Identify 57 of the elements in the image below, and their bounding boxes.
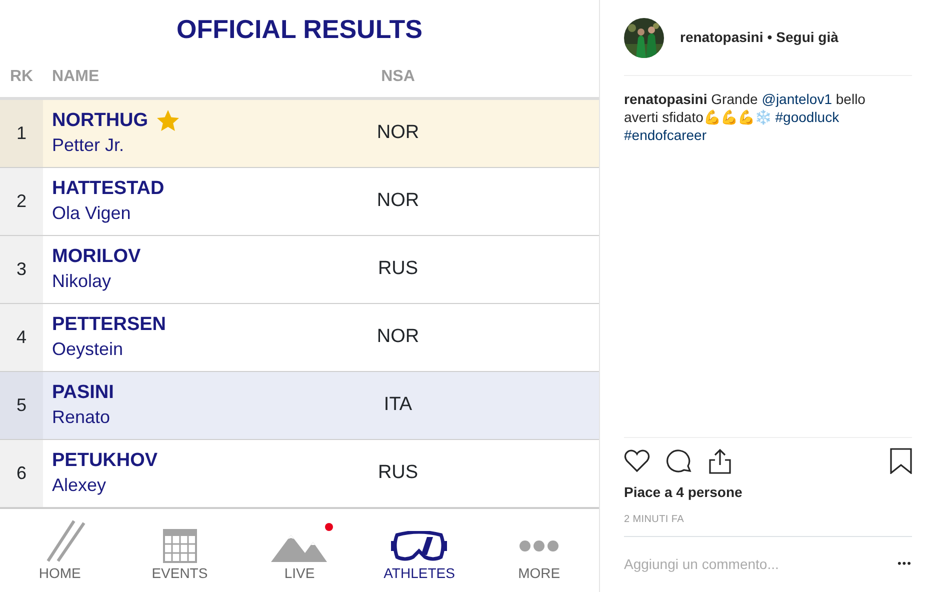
calendar-icon <box>162 529 197 563</box>
rank-text: 6 <box>16 462 26 485</box>
likes-link[interactable]: Piace a 4 persone <box>624 484 742 500</box>
following-link[interactable]: Segui già <box>776 27 838 48</box>
surname-text: HATTESTAD <box>52 176 164 200</box>
rank-text: 5 <box>16 394 26 417</box>
goggles-icon <box>391 531 448 563</box>
surname-text: PETTERSEN <box>52 312 166 336</box>
surname-text: PETUKHOV <box>52 448 158 472</box>
given-name-text: Nikolay <box>52 270 112 290</box>
hashtag-link[interactable]: #endofcareer <box>624 127 707 143</box>
rank-text: 2 <box>16 190 26 213</box>
rank-text: 4 <box>16 326 26 349</box>
star-icon <box>156 108 180 132</box>
rank-text: 1 <box>16 122 26 145</box>
comment-icon[interactable] <box>666 448 692 474</box>
given-name-text: Renato <box>52 406 110 426</box>
timestamp-text: 2 MINUTI FA <box>624 514 684 525</box>
nsa-text: NOR <box>376 122 420 144</box>
caption-text: renatopasini Grande @jantelov1 bello averti sfidato💪💪💪❄ #goodluck #endofcareer <box>624 90 866 144</box>
nsa-text: ITA <box>384 394 412 416</box>
column-header: NAME <box>52 68 100 84</box>
surname-text: MORILOV <box>52 244 141 268</box>
nsa-text: RUS <box>378 462 418 484</box>
result-row[interactable]: 3 MORILOV Nikolay RUS <box>0 236 599 304</box>
result-row[interactable]: 5 PASINI Renato ITA <box>0 372 599 440</box>
notification-dot <box>325 523 334 531</box>
surname-text: PASINI <box>52 380 114 404</box>
nsa-text: NOR <box>376 326 420 348</box>
given-name-text: Petter Jr. <box>52 134 124 154</box>
nsa-text: RUS <box>378 258 418 280</box>
result-row[interactable]: 6 PETUKHOV Alexey RUS <box>0 440 599 508</box>
tab[interactable]: MORE <box>479 509 599 592</box>
results-title: OFFICIAL RESULTS <box>175 13 424 46</box>
heart-icon[interactable] <box>624 449 650 473</box>
tab[interactable]: EVENTS <box>120 509 240 592</box>
bookmark-icon[interactable] <box>890 448 912 474</box>
nsa-text: NOR <box>376 190 420 212</box>
surname-text: NORTHUG <box>52 108 148 132</box>
mention-link[interactable]: @jantelov1 <box>762 91 832 107</box>
tab[interactable]: HOME <box>0 509 120 592</box>
given-name-text: Alexey <box>52 474 106 494</box>
given-name-text: Ola Vigen <box>52 202 131 222</box>
separator-dot: • <box>767 28 772 47</box>
hashtag-link[interactable]: #goodluck <box>775 109 840 125</box>
result-row[interactable]: 1 NORTHUG Petter Jr. NOR <box>0 100 599 168</box>
tab[interactable]: ATHLETES <box>359 509 480 592</box>
share-icon[interactable] <box>708 448 732 474</box>
given-name-text: Oeystein <box>52 338 124 358</box>
tab[interactable]: LIVE <box>240 509 360 592</box>
result-row[interactable]: 2 HATTESTAD Ola Vigen NOR <box>0 168 599 236</box>
result-row[interactable]: 4 PETTERSEN Oeystein NOR <box>0 304 599 372</box>
column-header: RK <box>10 68 34 84</box>
column-header: NSA <box>381 68 415 84</box>
username-link[interactable]: renatopasini <box>680 27 764 48</box>
more-options-button[interactable]: ••• <box>897 556 912 573</box>
rank-text: 3 <box>16 258 26 281</box>
